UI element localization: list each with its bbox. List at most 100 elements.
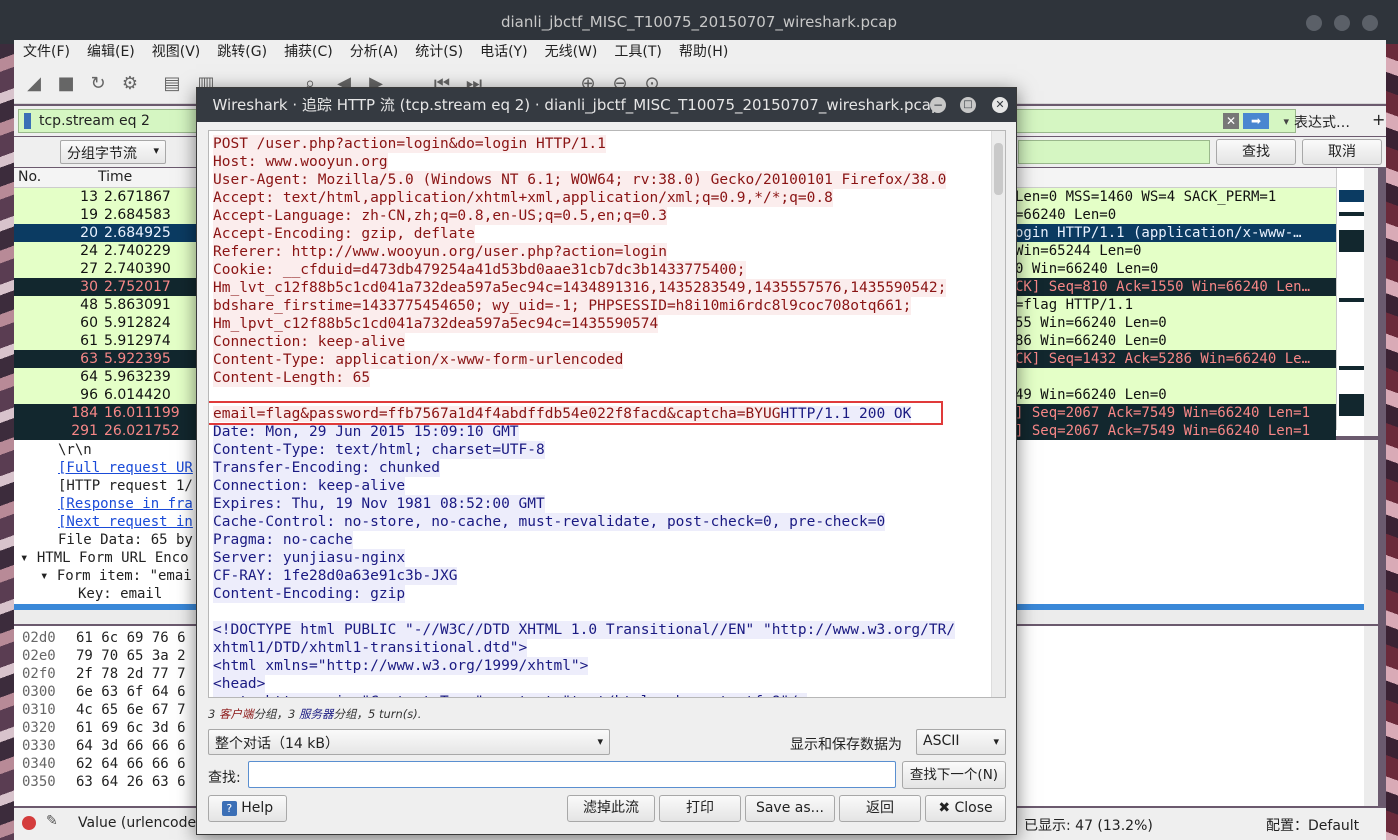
menu-go[interactable]: 跳转(G) xyxy=(208,40,275,62)
dialog-maximize-icon[interactable]: □ xyxy=(960,97,976,113)
byte-offset: 0310 xyxy=(22,702,56,718)
packet-no: 184 xyxy=(71,405,98,421)
bookmark-icon[interactable] xyxy=(24,113,31,129)
main-window-titlebar: dianli_jbctf_MISC_T10075_20150707_wiresh… xyxy=(0,0,1398,44)
help-button[interactable]: ? Help xyxy=(208,795,287,822)
menu-statistics[interactable]: 统计(S) xyxy=(406,40,471,62)
client-line: Hm_lpvt_c12f88b5c1cd041a732dea597a5ec94c… xyxy=(213,315,659,333)
packet-info: ] Seq=2067 Ack=7549 Win=66240 Len=1 xyxy=(1015,405,1311,421)
detail-key[interactable]: Key: email xyxy=(78,586,162,602)
print-button[interactable]: 打印 xyxy=(659,795,741,822)
filter-out-stream-button[interactable]: 滤掉此流 xyxy=(567,795,655,822)
add-filter-button[interactable]: + xyxy=(1372,110,1385,129)
chevron-down-icon: ▾ xyxy=(597,735,603,748)
shark-fin-icon[interactable]: ◢ xyxy=(22,72,46,96)
byte-hex[interactable]: 4c 65 6e 67 7 xyxy=(76,702,186,718)
close-button[interactable]: ✖ Close xyxy=(925,795,1006,822)
detail-crlf[interactable]: \r\n xyxy=(58,442,92,458)
bytes-scrollbar[interactable] xyxy=(1364,626,1378,806)
close-icon[interactable] xyxy=(1362,15,1378,31)
menu-analyze[interactable]: 分析(A) xyxy=(341,40,407,62)
detail-http-request[interactable]: [HTTP request 1/ xyxy=(58,478,193,494)
status-profile[interactable]: 配置：Default xyxy=(1266,815,1359,835)
expert-info-icon[interactable] xyxy=(22,816,36,830)
column-time[interactable]: Time xyxy=(98,169,132,185)
dialog-minimize-icon[interactable]: − xyxy=(930,97,946,113)
byte-hex[interactable]: 61 69 6c 3d 6 xyxy=(76,720,186,736)
menu-tools[interactable]: 工具(T) xyxy=(605,40,669,62)
stream-content[interactable]: POST /user.php?action=login&do=login HTT… xyxy=(208,130,1006,698)
byte-hex[interactable]: 79 70 65 3a 2 xyxy=(76,648,186,664)
packet-list-scrollbar[interactable] xyxy=(1364,168,1378,436)
server-line: CF-RAY: 1fe28d0a63e91c3b-JXG xyxy=(213,567,458,585)
packet-no: 30 xyxy=(80,279,98,295)
search-mode-select[interactable]: 分组字节流 ▾ xyxy=(60,140,166,164)
server-line: Content-Encoding: gzip xyxy=(213,585,406,603)
desktop-wallpaper-left xyxy=(0,40,14,840)
details-scrollbar[interactable] xyxy=(1364,440,1378,610)
back-button[interactable]: 返回 xyxy=(839,795,921,822)
byte-hex[interactable]: 2f 78 2d 77 7 xyxy=(76,666,186,682)
client-line: Referer: http://www.wooyun.org/user.php?… xyxy=(213,243,667,261)
dialog-find-input[interactable] xyxy=(248,761,896,788)
find-text-input[interactable] xyxy=(1018,140,1210,164)
clear-filter-icon[interactable]: ✕ xyxy=(1223,113,1239,129)
open-file-icon[interactable]: ▤ xyxy=(160,72,184,96)
menu-wireless[interactable]: 无线(W) xyxy=(536,40,606,62)
packet-no: 24 xyxy=(80,243,98,259)
menu-file[interactable]: 文件(F) xyxy=(14,40,78,62)
find-next-button[interactable]: 查找下一个(N) xyxy=(902,761,1006,789)
stream-scrollbar[interactable] xyxy=(991,131,1005,697)
detail-response-in-frame[interactable]: [Response in fra xyxy=(58,496,193,512)
cancel-find-button[interactable]: 取消 xyxy=(1302,139,1382,165)
detail-form-item-toggle[interactable]: ▾ Form item: "emai xyxy=(40,568,192,584)
filter-dropdown-icon[interactable]: ▾ xyxy=(1283,111,1289,133)
stop-capture-icon[interactable]: ■ xyxy=(54,72,78,96)
stream-scroll-thumb[interactable] xyxy=(994,143,1003,195)
menu-view[interactable]: 视图(V) xyxy=(143,40,209,62)
show-as-select[interactable]: ASCII ▾ xyxy=(916,729,1006,755)
html-line: xhtml1/DTD/xhtml1-transitional.dtd"> xyxy=(213,639,528,657)
server-line: Expires: Thu, 19 Nov 1981 08:52:00 GMT xyxy=(213,495,545,513)
menu-telephony[interactable]: 电话(Y) xyxy=(471,40,535,62)
restart-capture-icon[interactable]: ↻ xyxy=(86,72,110,96)
minimize-icon[interactable] xyxy=(1306,15,1322,31)
detail-html-form-toggle[interactable]: ▾ HTML Form URL Enco xyxy=(20,550,189,566)
detail-full-request-uri[interactable]: [Full request UR xyxy=(58,460,193,476)
menu-edit[interactable]: 编辑(E) xyxy=(78,40,143,62)
byte-hex[interactable]: 62 64 66 66 6 xyxy=(76,756,186,772)
byte-offset: 02d0 xyxy=(22,630,56,646)
apply-filter-icon[interactable]: ➡ xyxy=(1243,113,1269,129)
dialog-close-icon[interactable]: ✕ xyxy=(992,97,1008,113)
menu-help[interactable]: 帮助(H) xyxy=(670,40,736,62)
client-line: User-Agent: Mozilla/5.0 (Windows NT 6.1;… xyxy=(213,171,947,189)
detail-next-request[interactable]: [Next request in xyxy=(58,514,193,530)
menu-capture[interactable]: 捕获(C) xyxy=(275,40,341,62)
conversation-select[interactable]: 整个对话（14 kB） ▾ xyxy=(208,729,610,755)
html-line: <meta http-equiv="Content-Type" content=… xyxy=(213,693,807,697)
column-no[interactable]: No. xyxy=(18,169,41,185)
find-button[interactable]: 查找 xyxy=(1216,139,1296,165)
html-line: <!DOCTYPE html PUBLIC "-//W3C//DTD XHTML… xyxy=(213,621,956,639)
client-line: Content-Length: 65 xyxy=(213,369,371,387)
dialog-titlebar: Wireshark · 追踪 HTTP 流 (tcp.stream eq 2) … xyxy=(197,88,1016,122)
save-as-button[interactable]: Save as... xyxy=(745,795,835,822)
help-icon: ? xyxy=(221,801,237,816)
client-line: Content-Type: application/x-www-form-url… xyxy=(213,351,624,369)
detail-file-data[interactable]: File Data: 65 by xyxy=(58,532,193,548)
expression-button[interactable]: 表达式… xyxy=(1294,112,1350,132)
dialog-title: Wireshark · 追踪 HTTP 流 (tcp.stream eq 2) … xyxy=(212,96,941,114)
server-line: Cache-Control: no-store, no-cache, must-… xyxy=(213,513,886,531)
packet-no: 60 xyxy=(80,315,98,331)
chevron-down-icon: ▾ xyxy=(993,735,999,748)
maximize-icon[interactable] xyxy=(1334,15,1350,31)
byte-hex[interactable]: 61 6c 69 76 6 xyxy=(76,630,186,646)
byte-offset: 0330 xyxy=(22,738,56,754)
edit-comment-icon[interactable]: ✎ xyxy=(46,813,58,829)
html-line: <head> xyxy=(213,675,266,693)
capture-options-icon[interactable]: ⚙ xyxy=(118,72,142,96)
byte-hex[interactable]: 6e 63 6f 64 6 xyxy=(76,684,186,700)
packet-info: 55 Win=66240 Len=0 xyxy=(1015,315,1167,331)
byte-hex[interactable]: 63 64 26 63 6 xyxy=(76,774,186,790)
byte-hex[interactable]: 64 3d 66 66 6 xyxy=(76,738,186,754)
